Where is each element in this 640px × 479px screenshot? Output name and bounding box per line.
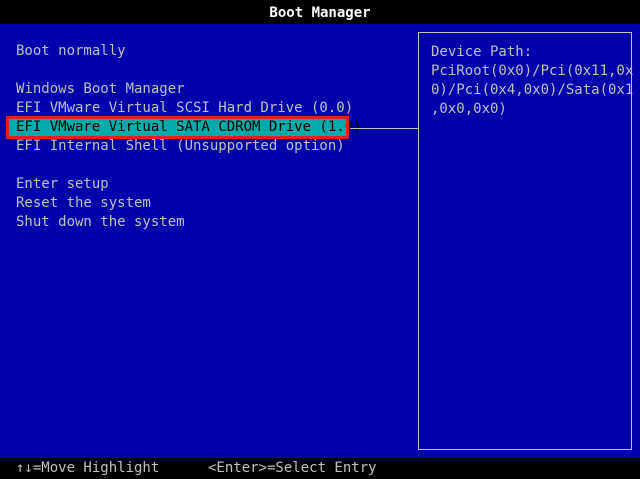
menu-item-boot-normally[interactable]: Boot normally bbox=[16, 42, 126, 61]
menu-item-reset-system[interactable]: Reset the system bbox=[16, 194, 151, 213]
menu-item-sata-cdrom[interactable]: EFI VMware Virtual SATA CDROM Drive (1.0… bbox=[6, 116, 362, 139]
device-path-line: ,0x0,0x0) bbox=[431, 101, 507, 117]
title-bar: Boot Manager bbox=[0, 0, 640, 24]
menu-item-windows-boot-manager[interactable]: Windows Boot Manager bbox=[16, 80, 185, 99]
device-path-line: 0)/Pci(0x4,0x0)/Sata(0x1 bbox=[431, 82, 634, 98]
footer-hint-bar: ↑↓=Move Highlight <Enter>=Select Entry bbox=[0, 458, 640, 479]
boot-manager-screen: Boot normally Windows Boot Manager EFI V… bbox=[0, 24, 640, 458]
move-highlight-hint: ↑↓=Move Highlight bbox=[16, 460, 160, 476]
menu-item-enter-setup[interactable]: Enter setup bbox=[16, 175, 109, 194]
device-path-label: Device Path: bbox=[431, 44, 533, 60]
device-info-panel: Device Path: PciRoot(0x0)/Pci(0x11,0x 0)… bbox=[418, 32, 634, 450]
selection-connector-line bbox=[350, 128, 418, 129]
menu-item-shut-down[interactable]: Shut down the system bbox=[16, 213, 185, 232]
device-path-line: PciRoot(0x0)/Pci(0x11,0x bbox=[431, 63, 634, 79]
menu-item-scsi-hard-drive[interactable]: EFI VMware Virtual SCSI Hard Drive (0.0) bbox=[16, 99, 353, 118]
window-title: Boot Manager bbox=[269, 5, 371, 21]
select-entry-hint: <Enter>=Select Entry bbox=[208, 460, 377, 476]
menu-item-internal-shell[interactable]: EFI Internal Shell (Unsupported option) bbox=[16, 137, 345, 156]
